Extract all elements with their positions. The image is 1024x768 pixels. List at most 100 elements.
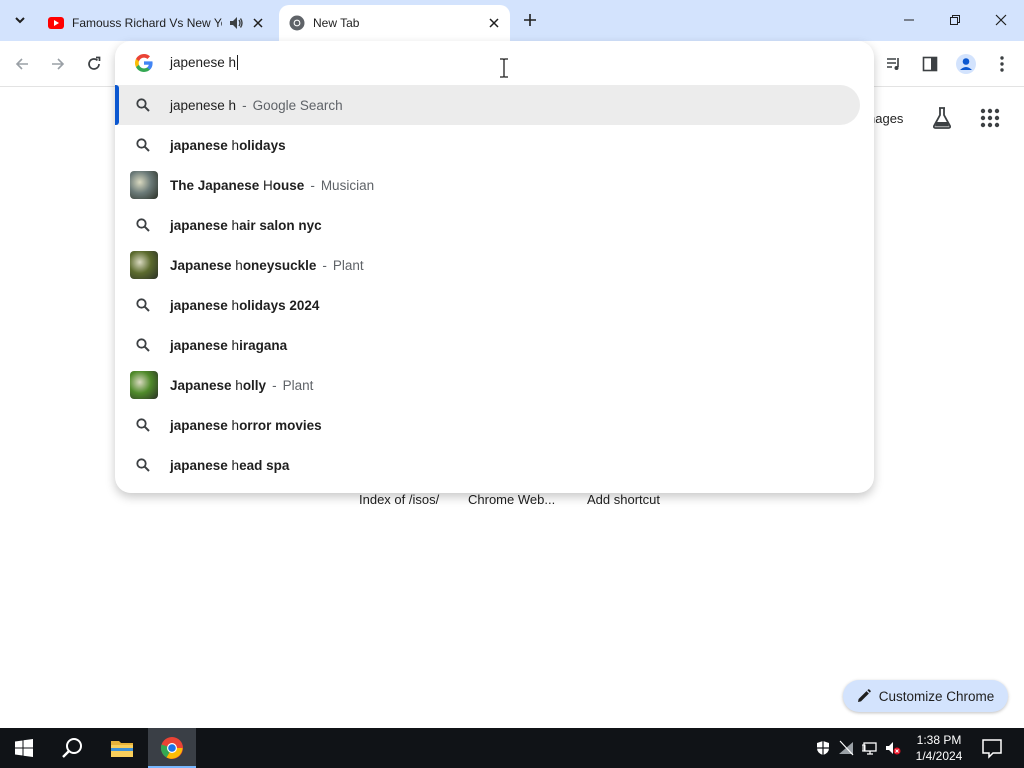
- omnibox-suggestion[interactable]: Japanese holly - Plant: [115, 365, 860, 405]
- shortcut-tile[interactable]: Index of /isos/: [359, 492, 439, 507]
- plus-icon: [524, 14, 536, 26]
- suggestion-text: Japanese holly: [170, 378, 266, 393]
- minimize-button[interactable]: [886, 0, 932, 40]
- speaker-icon[interactable]: [228, 15, 244, 31]
- tab-strip: Famouss Richard Vs New Yo New Tab: [0, 0, 1024, 41]
- suggestion-completion: iragana: [239, 337, 288, 353]
- tab-search-button[interactable]: [8, 8, 32, 32]
- search-icon: [135, 98, 150, 112]
- suggestion-prefix: japanese: [170, 457, 232, 473]
- suggestion-completion: oneysuckle: [242, 257, 317, 273]
- suggestion-completion: olidays 2024: [239, 297, 320, 313]
- pencil-icon: [857, 689, 871, 702]
- omnibox-suggestion[interactable]: The Japanese House - Musician: [115, 165, 860, 205]
- suggestion-completion: ead spa: [239, 457, 290, 473]
- suggestion-icon-slot: [115, 338, 170, 352]
- chrome-taskbar-button[interactable]: [148, 728, 196, 768]
- security-shield-icon[interactable]: [815, 740, 831, 756]
- folder-icon: [111, 741, 133, 757]
- omnibox-suggestion[interactable]: japanese holidays: [115, 125, 860, 165]
- suggestion-query: japenese h: [170, 97, 237, 113]
- chevron-down-icon: [15, 17, 25, 24]
- system-clock[interactable]: 1:38 PM 1/4/2024: [905, 732, 973, 764]
- youtube-icon: [48, 17, 64, 29]
- omnibox-input-value: japenese h: [170, 55, 237, 70]
- suggestion-prefix: japanese: [170, 297, 232, 313]
- file-explorer-button[interactable]: [98, 728, 146, 768]
- search-icon: [135, 138, 150, 152]
- suggestion-description: Plant: [282, 377, 314, 393]
- suggestion-thumbnail: [129, 171, 158, 199]
- suggestion-match: h: [231, 137, 240, 153]
- suggestion-separator: -: [272, 377, 277, 393]
- media-controls-button[interactable]: [880, 50, 908, 78]
- suggestion-description: Plant: [332, 257, 364, 273]
- shortcut-tile[interactable]: Chrome Web...: [468, 492, 555, 507]
- customize-chrome-button[interactable]: Customize Chrome: [843, 680, 1008, 712]
- suggestion-text: japanese holidays: [170, 138, 286, 153]
- reload-icon: [88, 56, 101, 70]
- close-icon: [489, 18, 499, 28]
- new-tab-button[interactable]: [518, 8, 542, 32]
- media-icon: [887, 58, 899, 70]
- suggestion-completion: ouse: [272, 177, 305, 193]
- suggestion-match: h: [235, 257, 243, 273]
- notification-icon[interactable]: [980, 736, 1004, 760]
- suggestion-icon-slot: [115, 298, 170, 312]
- profile-button[interactable]: [952, 50, 980, 78]
- arrow-left-icon: [15, 58, 28, 70]
- menu-button[interactable]: [988, 50, 1016, 78]
- omnibox-suggestion[interactable]: japanese holidays 2024: [115, 285, 860, 325]
- restore-button[interactable]: [932, 0, 978, 40]
- more-vert-icon: [1000, 56, 1004, 72]
- omnibox-suggestion[interactable]: japanese head spa: [115, 445, 860, 485]
- omnibox-suggestion[interactable]: japanese hair salon nyc: [115, 205, 860, 245]
- text-cursor-icon: [500, 58, 508, 78]
- close-window-button[interactable]: [978, 0, 1024, 40]
- reload-button[interactable]: [80, 50, 108, 78]
- tab-new-tab[interactable]: New Tab: [279, 5, 510, 41]
- side-panel-button[interactable]: [916, 50, 944, 78]
- close-icon: [253, 18, 263, 28]
- suggestion-text: japanese hiragana: [170, 338, 287, 353]
- start-button[interactable]: [0, 728, 48, 768]
- omnibox-input[interactable]: japenese h: [170, 55, 239, 70]
- network-disconnected-icon[interactable]: [838, 740, 854, 756]
- suggestion-text: japanese horror movies: [170, 418, 322, 433]
- customize-chrome-label: Customize Chrome: [878, 688, 995, 704]
- labs-flask-icon[interactable]: [930, 106, 954, 130]
- tab-close-button[interactable]: [486, 15, 502, 31]
- volume-muted-icon[interactable]: [885, 740, 901, 756]
- suggestion-thumbnail: [129, 251, 158, 279]
- display-icon[interactable]: [862, 740, 878, 756]
- search-icon: [135, 298, 150, 312]
- chrome-icon: [160, 737, 183, 759]
- suggestion-separator: -: [310, 177, 315, 193]
- address-bar[interactable]: japenese h: [115, 41, 874, 85]
- search-icon: [135, 218, 150, 232]
- arrow-right-icon: [52, 58, 65, 70]
- suggestion-icon-slot: [115, 218, 170, 232]
- suggestion-completion: air salon nyc: [239, 217, 322, 233]
- add-shortcut-button[interactable]: Add shortcut: [587, 492, 660, 507]
- suggestion-thumbnail: [129, 371, 158, 399]
- omnibox-suggestion[interactable]: japenese h - Google Search: [115, 85, 860, 125]
- search-icon: [62, 738, 82, 758]
- omnibox-suggestion[interactable]: japanese horror movies: [115, 405, 860, 445]
- suggestion-completion: olly: [242, 377, 267, 393]
- tab-close-button[interactable]: [250, 15, 266, 31]
- tab-youtube[interactable]: Famouss Richard Vs New Yo: [38, 5, 274, 41]
- apps-grid-icon[interactable]: [978, 106, 1002, 130]
- avatar-icon: [956, 54, 976, 74]
- suggestion-icon-slot: [115, 251, 170, 279]
- omnibox-suggestion[interactable]: Japanese honeysuckle - Plant: [115, 245, 860, 285]
- suggestion-separator: -: [242, 97, 247, 113]
- suggestion-prefix: Japanese: [170, 377, 236, 393]
- close-icon: [995, 14, 1007, 26]
- omnibox-suggestion[interactable]: japanese hiragana: [115, 325, 860, 365]
- omnibox-popup: japenese h japenese h - Google Search japan…: [115, 41, 874, 493]
- search-button[interactable]: [48, 728, 96, 768]
- forward-button[interactable]: [44, 50, 72, 78]
- back-button[interactable]: [8, 50, 36, 78]
- suggestion-description: Musician: [320, 177, 375, 193]
